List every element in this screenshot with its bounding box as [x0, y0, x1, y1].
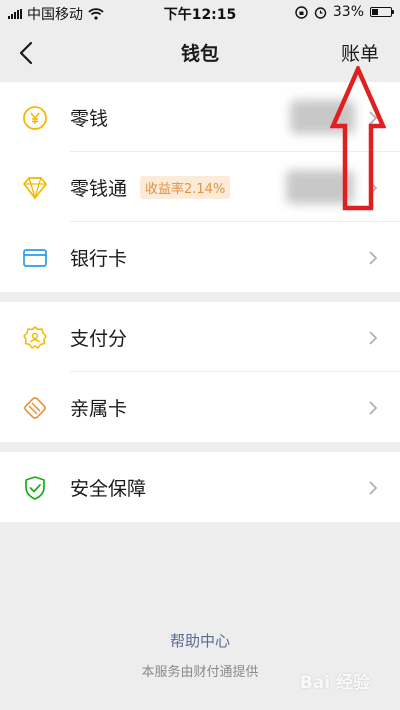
chevron-right-icon: [369, 401, 378, 415]
wallet-item-label: 银行卡: [70, 248, 128, 270]
wallet-item-label: 零钱通: [70, 178, 128, 200]
status-bar: 中国移动 下午12:15 33%: [0, 0, 400, 26]
wallet-card-security: 安全保障: [0, 452, 400, 522]
yuan-coin-icon: [23, 106, 47, 130]
yield-badge: 收益率2.14%: [140, 176, 231, 199]
pay-score-icon: [23, 326, 47, 349]
shield-check-icon: [25, 476, 45, 500]
wallet-item-label: 支付分: [70, 328, 128, 350]
bank-card-icon: [23, 249, 47, 267]
wallet-item-label: 亲属卡: [70, 398, 128, 420]
orientation-lock-icon: [295, 5, 308, 19]
wallet-item-family-card[interactable]: 亲属卡: [0, 372, 400, 442]
chevron-right-icon: [369, 251, 378, 265]
wallet-item-bank-card[interactable]: 银行卡: [0, 222, 400, 292]
battery-percent: 33%: [332, 4, 364, 20]
chevron-right-icon: [369, 481, 378, 495]
wallet-item-pay-score[interactable]: 支付分: [0, 302, 400, 372]
wallet-card-services: 支付分 亲属卡: [0, 302, 400, 442]
diamond-icon: [23, 177, 47, 201]
wallet-item-label: 零钱: [70, 108, 109, 130]
annotation-arrow-icon: [330, 66, 386, 211]
alarm-icon: [314, 6, 327, 19]
bill-button[interactable]: 账单: [341, 39, 379, 66]
wallet-item-security[interactable]: 安全保障: [0, 452, 400, 522]
battery-icon: [370, 7, 394, 17]
wallet-item-label: 安全保障: [70, 478, 147, 500]
family-card-icon: [24, 397, 46, 419]
help-center-link[interactable]: 帮助中心: [0, 630, 400, 651]
chevron-right-icon: [369, 331, 378, 345]
watermark: Bai 经验: [299, 673, 370, 693]
status-right: 33%: [295, 4, 394, 20]
